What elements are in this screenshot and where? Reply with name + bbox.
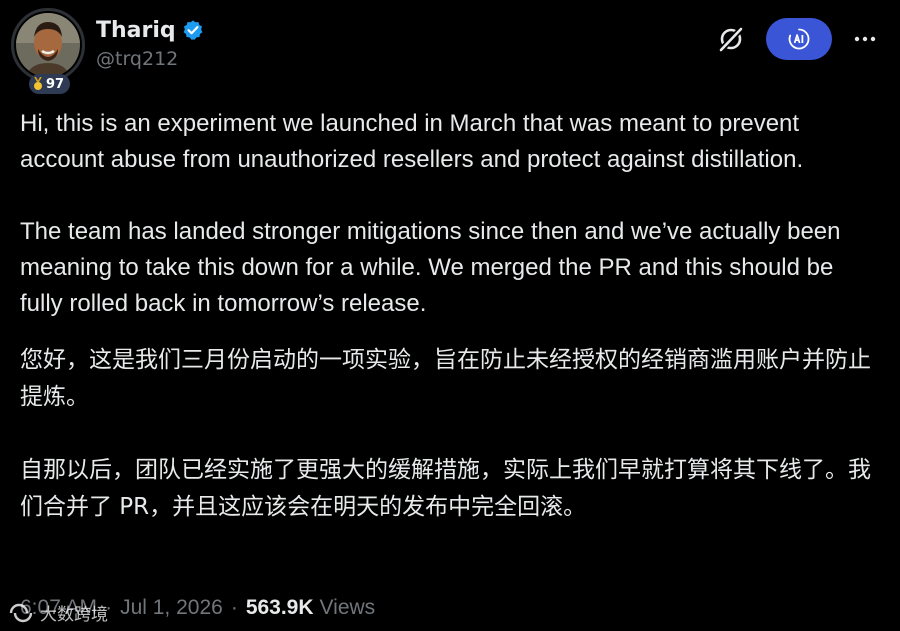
header-actions bbox=[716, 18, 878, 60]
display-name-row: Thariq bbox=[96, 15, 204, 45]
grok-icon[interactable] bbox=[716, 24, 746, 54]
verified-badge-icon[interactable] bbox=[182, 19, 204, 41]
ai-icon bbox=[788, 28, 810, 50]
avatar-container[interactable]: 97 bbox=[11, 8, 89, 94]
watermark: 大数跨境 bbox=[8, 600, 108, 625]
post-date[interactable]: Jul 1, 2026 bbox=[120, 596, 223, 620]
views-label: Views bbox=[319, 596, 376, 619]
post-paragraph-en-1: Hi, this is an experiment we launched in… bbox=[20, 110, 804, 173]
level-badge: 97 bbox=[29, 74, 71, 94]
author-block: Thariq @trq212 bbox=[96, 15, 204, 70]
author-handle[interactable]: @trq212 bbox=[96, 48, 204, 70]
post-paragraph-en-2: The team has landed stronger mitigations… bbox=[20, 218, 841, 317]
ai-button[interactable] bbox=[766, 18, 832, 60]
display-name[interactable]: Thariq bbox=[96, 18, 176, 43]
more-icon[interactable] bbox=[852, 26, 878, 52]
views-count[interactable]: 563.9K bbox=[246, 596, 314, 620]
post-paragraph-zh-1: 您好，这是我们三月份启动的一项实验，旨在防止未经授权的经销商滥用账户并防止提炼。 bbox=[20, 347, 871, 410]
level-value: 97 bbox=[46, 76, 65, 92]
meta-separator: · bbox=[230, 596, 238, 619]
post-text: Hi, this is an experiment we launched in… bbox=[20, 106, 880, 526]
watermark-logo-icon bbox=[9, 603, 33, 622]
watermark-text: 大数跨境 bbox=[40, 605, 108, 625]
post-paragraph-zh-2: 自那以后，团队已经实施了更强大的缓解措施，实际上我们早就打算将其下线了。我们合并… bbox=[20, 457, 871, 520]
post-header: 97 Thariq @trq212 bbox=[0, 0, 900, 100]
avatar[interactable] bbox=[16, 13, 80, 77]
avatar-image bbox=[16, 13, 80, 77]
medal-icon bbox=[34, 77, 42, 90]
